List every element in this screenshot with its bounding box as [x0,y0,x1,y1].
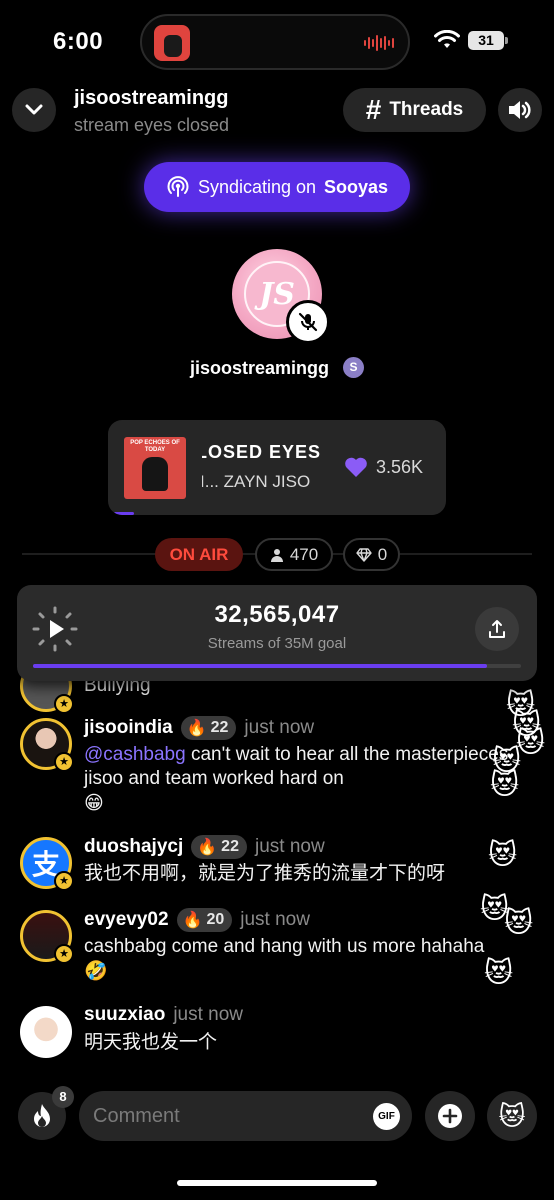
star-badge-icon: ★ [54,871,74,891]
floating-reaction-emoji: 😻 [488,839,518,870]
mic-muted-badge [286,300,330,344]
verified-badge-icon: S [343,357,364,378]
flame-icon: 🔥 [182,912,203,929]
album-art-title: POP ECHOES OF TODAY [130,440,180,453]
mention-link[interactable]: @cashbabg [84,744,186,765]
viewer-count: 470 [289,544,319,564]
status-time: 6:00 [53,28,104,55]
threads-button[interactable]: # Threads [343,88,486,132]
battery-indicator: 31 [468,31,508,50]
floating-reaction-emoji: 😻 [484,957,514,988]
chat-text: @cashbabg can't wait to hear all the mas… [84,744,509,814]
song-title: LOSED EYES [202,442,322,462]
plus-circle-icon [438,1104,462,1128]
flame-icon [34,1104,50,1127]
share-button[interactable] [475,607,519,651]
star-badge-icon: ★ [54,752,74,772]
user-avatar[interactable] [20,1006,72,1058]
fire-count-badge: 8 [52,1086,74,1108]
add-button[interactable] [425,1091,475,1141]
chat-timestamp: just now [173,1004,244,1025]
gem-count: 0 [377,544,388,564]
level-badge: 🔥 22 [180,716,237,740]
syndicate-platform: Sooyas [324,176,389,197]
chat-timestamp: just now [244,717,315,738]
gif-button[interactable]: GIF [373,1103,400,1130]
host-name: jisoostreamingg [190,358,330,378]
chat-text: 明天我也发一个 [84,1032,218,1053]
level-badge: 🔥 22 [191,835,247,859]
chat-text: cashbabg come and hang with us more haha… [84,936,485,982]
viewer-count-button[interactable]: 470 [255,538,333,571]
broadcast-icon [167,176,189,197]
chat-username[interactable]: duoshajycj [84,836,183,858]
rofl-emoji: 🤣 [84,960,108,982]
speaker-icon [509,101,531,119]
grin-emoji: 😁 [84,792,104,814]
syndicating-button[interactable]: Syndicating on Sooyas [144,162,410,212]
sound-button[interactable] [498,88,542,132]
chat-username[interactable]: jisooindia [84,717,173,739]
mic-off-icon [298,312,318,332]
flame-icon: 🔥 [186,720,207,737]
diamond-icon [356,547,372,562]
chat-timestamp: just now [240,909,310,930]
heart-icon [345,457,367,477]
comment-box: GIF [79,1091,412,1141]
like-button[interactable]: 3.56K [344,456,423,478]
comment-input[interactable] [93,1091,363,1141]
like-count: 3.56K [376,456,424,477]
room-subtitle: stream eyes closed [74,115,230,135]
island-album-art [154,25,190,61]
chat-username[interactable]: evyevy02 [84,909,169,931]
dynamic-island[interactable] [140,14,410,70]
flame-icon: 🔥 [197,839,218,856]
chat-timestamp: just now [254,836,325,857]
now-playing-card[interactable]: POP ECHOES OF TODAY LOSED EYES I... ZAYN… [108,420,446,515]
stream-progress-bar [33,664,521,668]
audio-wave-icon [364,34,394,52]
floating-reaction-emoji: 😻 [490,769,520,800]
heart-eyes-cat-icon: 😻 [498,1100,526,1131]
stream-count: 32,565,047 [214,601,340,628]
chevron-down-icon [25,104,43,115]
chat-text: 我也不用啊，就是为了推秀的流量才下的呀 [84,863,446,884]
star-badge-icon: ★ [54,944,74,964]
stream-goal-card: 32,565,047 Streams of 35M goal [17,585,537,681]
on-air-badge: ON AIR [155,538,243,571]
reaction-button[interactable]: 😻 [487,1091,537,1141]
song-progress-bar [114,512,444,515]
syndicate-prefix: Syndicating on [197,176,317,197]
person-icon [270,548,283,562]
wifi-icon [434,30,460,48]
star-badge-icon: ★ [54,694,74,714]
threads-label: Threads [389,99,464,120]
level-badge: 🔥 20 [176,908,233,932]
song-progress-fill [114,512,134,515]
hashtag-icon: # [365,94,382,125]
album-art: POP ECHOES OF TODAY [124,437,186,499]
floating-reaction-emoji: 😻 [504,907,534,938]
stream-goal-text: Streams of 35M goal [207,635,347,652]
gem-count-button[interactable]: 0 [343,538,400,571]
chat-username[interactable]: suuzxiao [84,1004,165,1026]
song-artist: I... ZAYN JISO [202,472,311,491]
stream-progress-fill [33,664,487,668]
collapse-button[interactable] [12,88,56,132]
home-indicator[interactable] [177,1180,377,1186]
share-icon [489,620,505,638]
room-title: jisoostreamingg [74,87,229,109]
